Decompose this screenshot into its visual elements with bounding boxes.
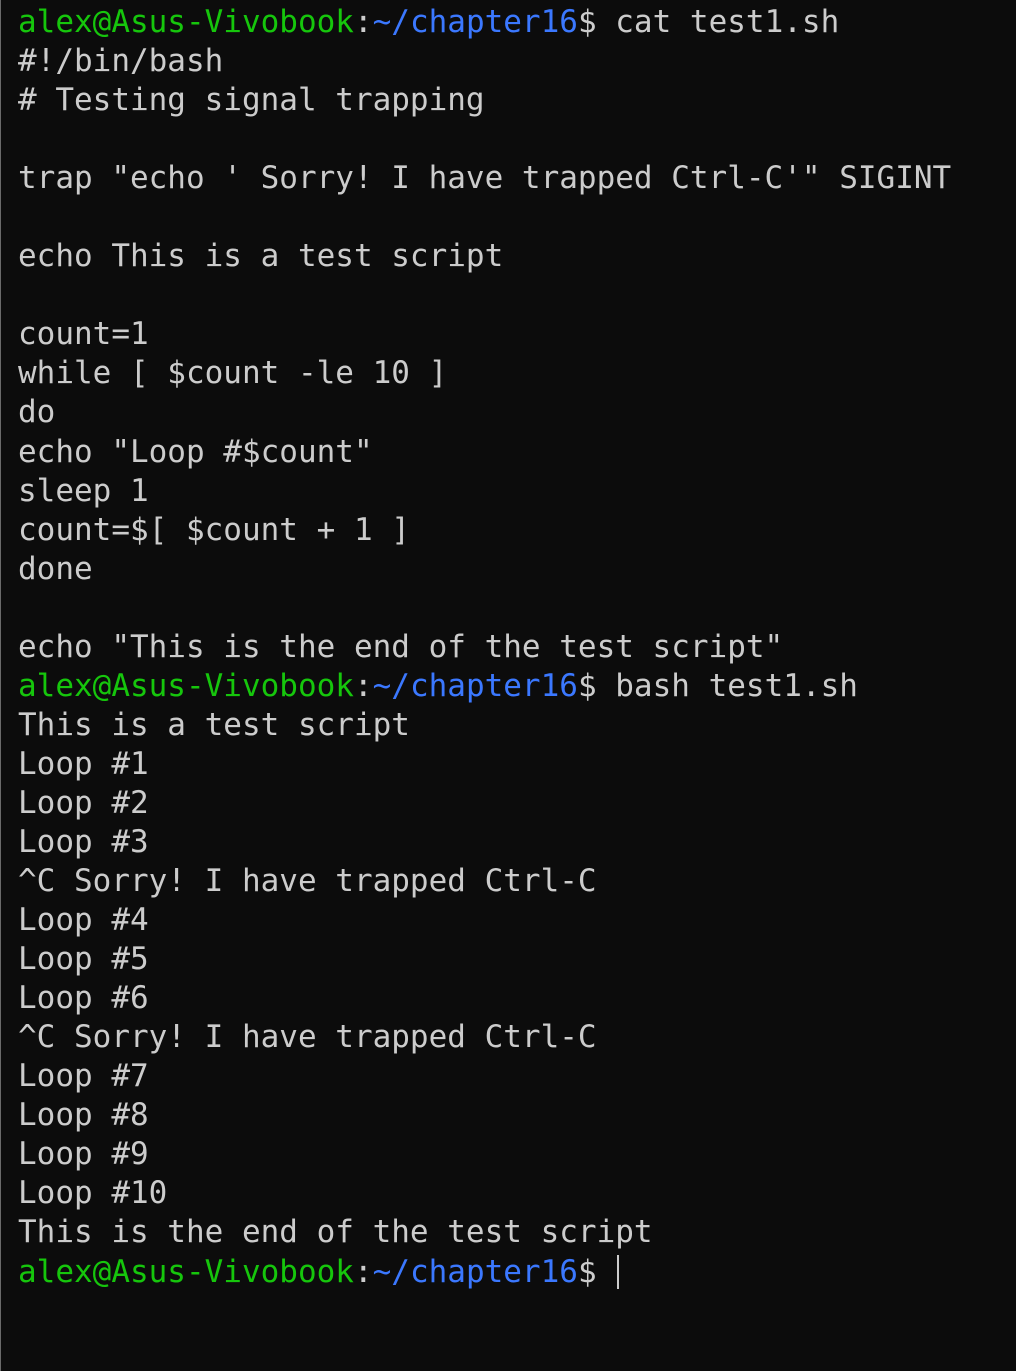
output-line: echo "Loop #$count": [18, 433, 373, 470]
prompt-separator: :: [353, 1253, 373, 1290]
output-line: Loop #1: [18, 745, 149, 782]
output-line: Loop #8: [18, 1097, 149, 1134]
output-line: ^C Sorry! I have trapped Ctrl-C: [18, 863, 597, 900]
prompt-separator: :: [353, 4, 373, 40]
prompt-user-host: alex@Asus-Vivobook: [18, 1253, 354, 1290]
prompt-user-host: alex@Asus-Vivobook: [18, 4, 354, 40]
output-line: Loop #9: [18, 1136, 149, 1173]
output-line: Loop #10: [18, 1175, 168, 1212]
command-text: cat test1.sh: [615, 4, 840, 40]
prompt-line: alex@Asus-Vivobook:~/chapter16$: [18, 1253, 1016, 1292]
output-line: ^C Sorry! I have trapped Ctrl-C: [18, 1019, 597, 1056]
prompt-path: ~/chapter16: [372, 4, 578, 40]
prompt-separator: :: [353, 667, 373, 704]
command-text: bash test1.sh: [615, 667, 858, 704]
output-line: count=$[ $count + 1 ]: [18, 511, 410, 548]
prompt-path: ~/chapter16: [372, 667, 578, 704]
output-line: This is a test script: [18, 706, 410, 743]
output-line: while [ $count -le 10 ]: [18, 355, 448, 392]
output-line: #!/bin/bash: [18, 43, 224, 80]
output-line: Loop #3: [18, 823, 149, 860]
prompt-symbol: $: [577, 1253, 616, 1290]
output-line: This is the end of the test script: [18, 1214, 653, 1251]
prompt-symbol: $: [577, 667, 616, 704]
prompt-path: ~/chapter16: [372, 1253, 578, 1290]
output-line: echo "This is the end of the test script…: [18, 628, 784, 665]
prompt-user-host: alex@Asus-Vivobook: [18, 667, 354, 704]
prompt-line: alex@Asus-Vivobook:~/chapter16$ cat test…: [18, 3, 1016, 42]
output-line: Loop #4: [18, 902, 149, 939]
terminal-window[interactable]: alex@Asus-Vivobook:~/chapter16$ cat test…: [0, 0, 1016, 1371]
prompt-symbol: $: [577, 4, 616, 40]
output-line: Loop #7: [18, 1058, 149, 1095]
text-cursor[interactable]: [617, 1254, 620, 1289]
output-line: trap "echo ' Sorry! I have trapped Ctrl-…: [18, 160, 952, 197]
output-line: Loop #6: [18, 980, 149, 1017]
terminal-output: alex@Asus-Vivobook:~/chapter16$ cat test…: [18, 3, 1016, 1292]
output-line: # Testing signal trapping: [18, 82, 485, 119]
output-line: do: [18, 394, 56, 431]
prompt-line: alex@Asus-Vivobook:~/chapter16$ bash tes…: [18, 667, 1016, 706]
output-line: done: [18, 550, 93, 587]
output-line: sleep 1: [18, 472, 149, 509]
output-line: count=1: [18, 316, 149, 353]
output-line: Loop #2: [18, 784, 149, 821]
output-line: Loop #5: [18, 941, 149, 978]
output-line: echo This is a test script: [18, 238, 504, 275]
